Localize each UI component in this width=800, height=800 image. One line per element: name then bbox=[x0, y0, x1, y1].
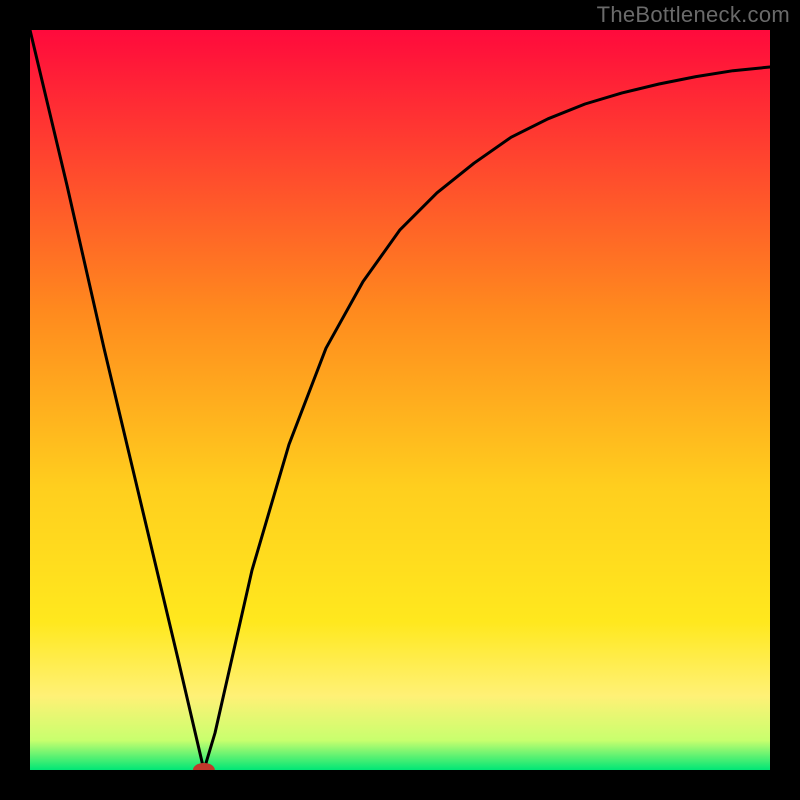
chart-frame: TheBottleneck.com bbox=[0, 0, 800, 800]
chart-svg bbox=[30, 30, 770, 770]
plot-area bbox=[30, 30, 770, 770]
watermark-text: TheBottleneck.com bbox=[597, 2, 790, 28]
gradient-background bbox=[30, 30, 770, 770]
